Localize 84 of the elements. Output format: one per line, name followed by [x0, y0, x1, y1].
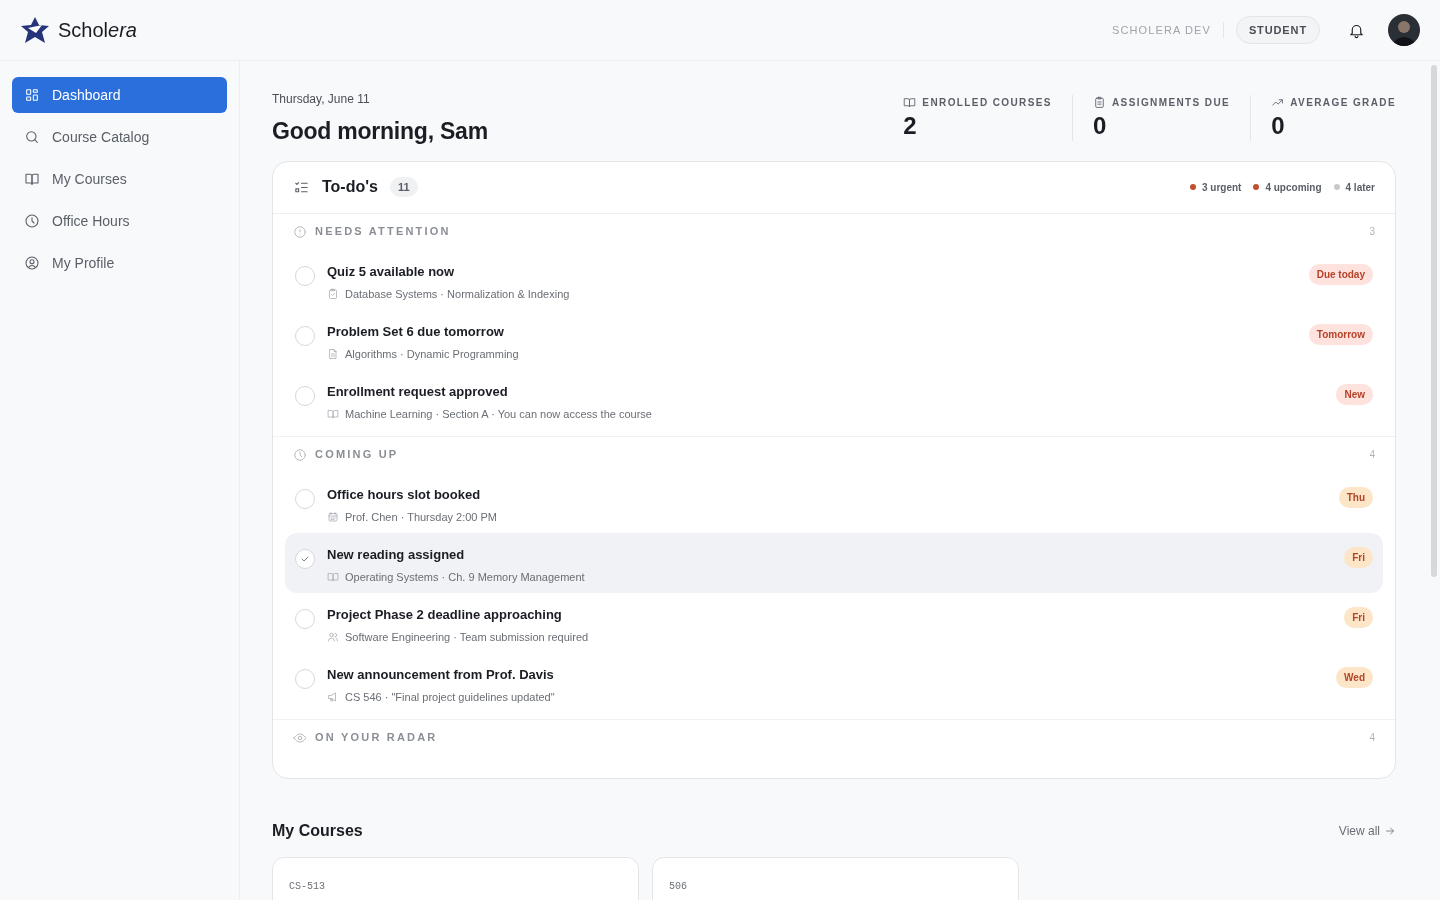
view-all-link[interactable]: View all: [1338, 821, 1396, 840]
sidebar-item[interactable]: Course Catalog: [12, 119, 227, 155]
brand-name: Scholera: [58, 18, 137, 43]
course-code: CS-513: [289, 880, 325, 892]
legend-label: 4 upcoming: [1265, 180, 1322, 195]
todo-title: Quiz 5 available now: [327, 262, 456, 281]
section-count: 4: [1369, 448, 1375, 462]
stat-value: 2: [903, 111, 918, 141]
due-label: New: [1336, 383, 1373, 405]
todo-title: Problem Set 6 due tomorrow: [327, 322, 505, 341]
star-logo-icon: [20, 16, 50, 44]
todo-title: Enrollment request approved: [327, 382, 509, 401]
eye-icon: [293, 730, 307, 745]
legend-label: 3 urgent: [1201, 180, 1242, 195]
arrow-right-icon: [1384, 824, 1396, 837]
due-label: Tomorrow: [1308, 323, 1373, 345]
search-icon: [24, 129, 40, 145]
todo-checkbox[interactable]: [295, 325, 315, 346]
document-icon: [327, 348, 339, 361]
section-count: 3: [1369, 225, 1375, 239]
section-title: COMING UP: [315, 447, 399, 463]
stat-value: 0: [1271, 111, 1286, 141]
due-label: Thu: [1338, 486, 1373, 508]
date-label: Thursday, June 11: [272, 91, 371, 108]
section-title: NEEDS ATTENTION: [315, 224, 451, 240]
section-count: 4: [1369, 731, 1375, 745]
avatar-button[interactable]: [1388, 14, 1420, 46]
calendar-icon: [327, 511, 339, 524]
grid-icon: [24, 87, 40, 103]
due-label: Due today: [1308, 263, 1373, 285]
clipboard-icon: [327, 288, 339, 301]
stat-value: 0: [1092, 111, 1108, 141]
user-circle-icon: [24, 255, 40, 271]
todo-checkbox[interactable]: [295, 265, 315, 286]
todo-meta: Operating Systems · Ch. 9 Memory Management: [345, 570, 585, 585]
todo-checkbox[interactable]: [295, 488, 315, 509]
legend-label: 4 later: [1345, 180, 1375, 195]
course-code: 506: [669, 880, 687, 892]
book-icon: [327, 408, 339, 421]
todo-meta: CS 546 · "Final project guidelines updated": [345, 690, 555, 705]
todo-checkbox[interactable]: [295, 608, 315, 629]
todo-meta: Database Systems · Normalization & Indexing: [345, 287, 570, 302]
todo-meta: Algorithms · Dynamic Programming: [345, 347, 519, 362]
environment-label: SCHOLERA DEV: [1112, 21, 1224, 39]
book-icon: [327, 571, 339, 584]
role-badge: STUDENT: [1235, 15, 1320, 45]
todo-title: New reading assigned: [327, 545, 466, 564]
megaphone-icon: [327, 691, 339, 704]
todo-title: To-do's: [322, 177, 378, 197]
todo-checkbox[interactable]: [295, 668, 315, 689]
todo-checkbox[interactable]: [295, 385, 315, 406]
section-heading: My Courses: [272, 820, 363, 841]
clock-icon: [24, 213, 40, 229]
book-icon: [903, 96, 917, 109]
alert-icon: [293, 224, 307, 239]
todo-count: 11: [389, 176, 418, 198]
section-title: ON YOUR RADAR: [315, 730, 438, 746]
scrollbar-thumb[interactable]: [1431, 65, 1437, 577]
stat-label: ENROLLED COURSES: [922, 96, 1052, 110]
clipboard-icon: [1092, 96, 1106, 109]
stat-label: ASSIGNMENTS DUE: [1111, 96, 1231, 110]
todo-title: Project Phase 2 deadline approaching: [327, 605, 563, 624]
sidebar-item[interactable]: My Courses: [12, 161, 227, 197]
people-icon: [327, 631, 339, 644]
todo-title: New announcement from Prof. Davis: [327, 665, 555, 684]
sidebar-item[interactable]: Office Hours: [12, 203, 227, 239]
sidebar-item[interactable]: My Profile: [12, 245, 227, 281]
todo-meta: Prof. Chen · Thursday 2:00 PM: [345, 510, 498, 525]
course-card[interactable]: CS-513: [272, 856, 639, 900]
greeting-title: Good morning, Sam: [272, 117, 488, 146]
sidebar-item[interactable]: Dashboard: [12, 77, 227, 113]
due-label: Fri: [1344, 606, 1373, 628]
todo-meta: Software Engineering · Team submission required: [345, 630, 589, 645]
todo-checkbox[interactable]: [295, 548, 315, 569]
due-label: Wed: [1336, 666, 1373, 688]
book-icon: [24, 171, 40, 187]
clock-icon: [293, 447, 307, 462]
todo-title: Office hours slot booked: [327, 485, 482, 504]
stat-label: AVERAGE GRADE: [1290, 96, 1396, 110]
todo-meta: Machine Learning · Section A · You can now access the course: [345, 407, 652, 422]
course-card[interactable]: 506: [652, 856, 1019, 900]
trend-up-icon: [1271, 96, 1285, 109]
due-label: Fri: [1344, 546, 1373, 568]
todo-row[interactable]: New reading assigned Operating Systems · Ch. 9 Memory Management Fri: [285, 532, 1383, 593]
